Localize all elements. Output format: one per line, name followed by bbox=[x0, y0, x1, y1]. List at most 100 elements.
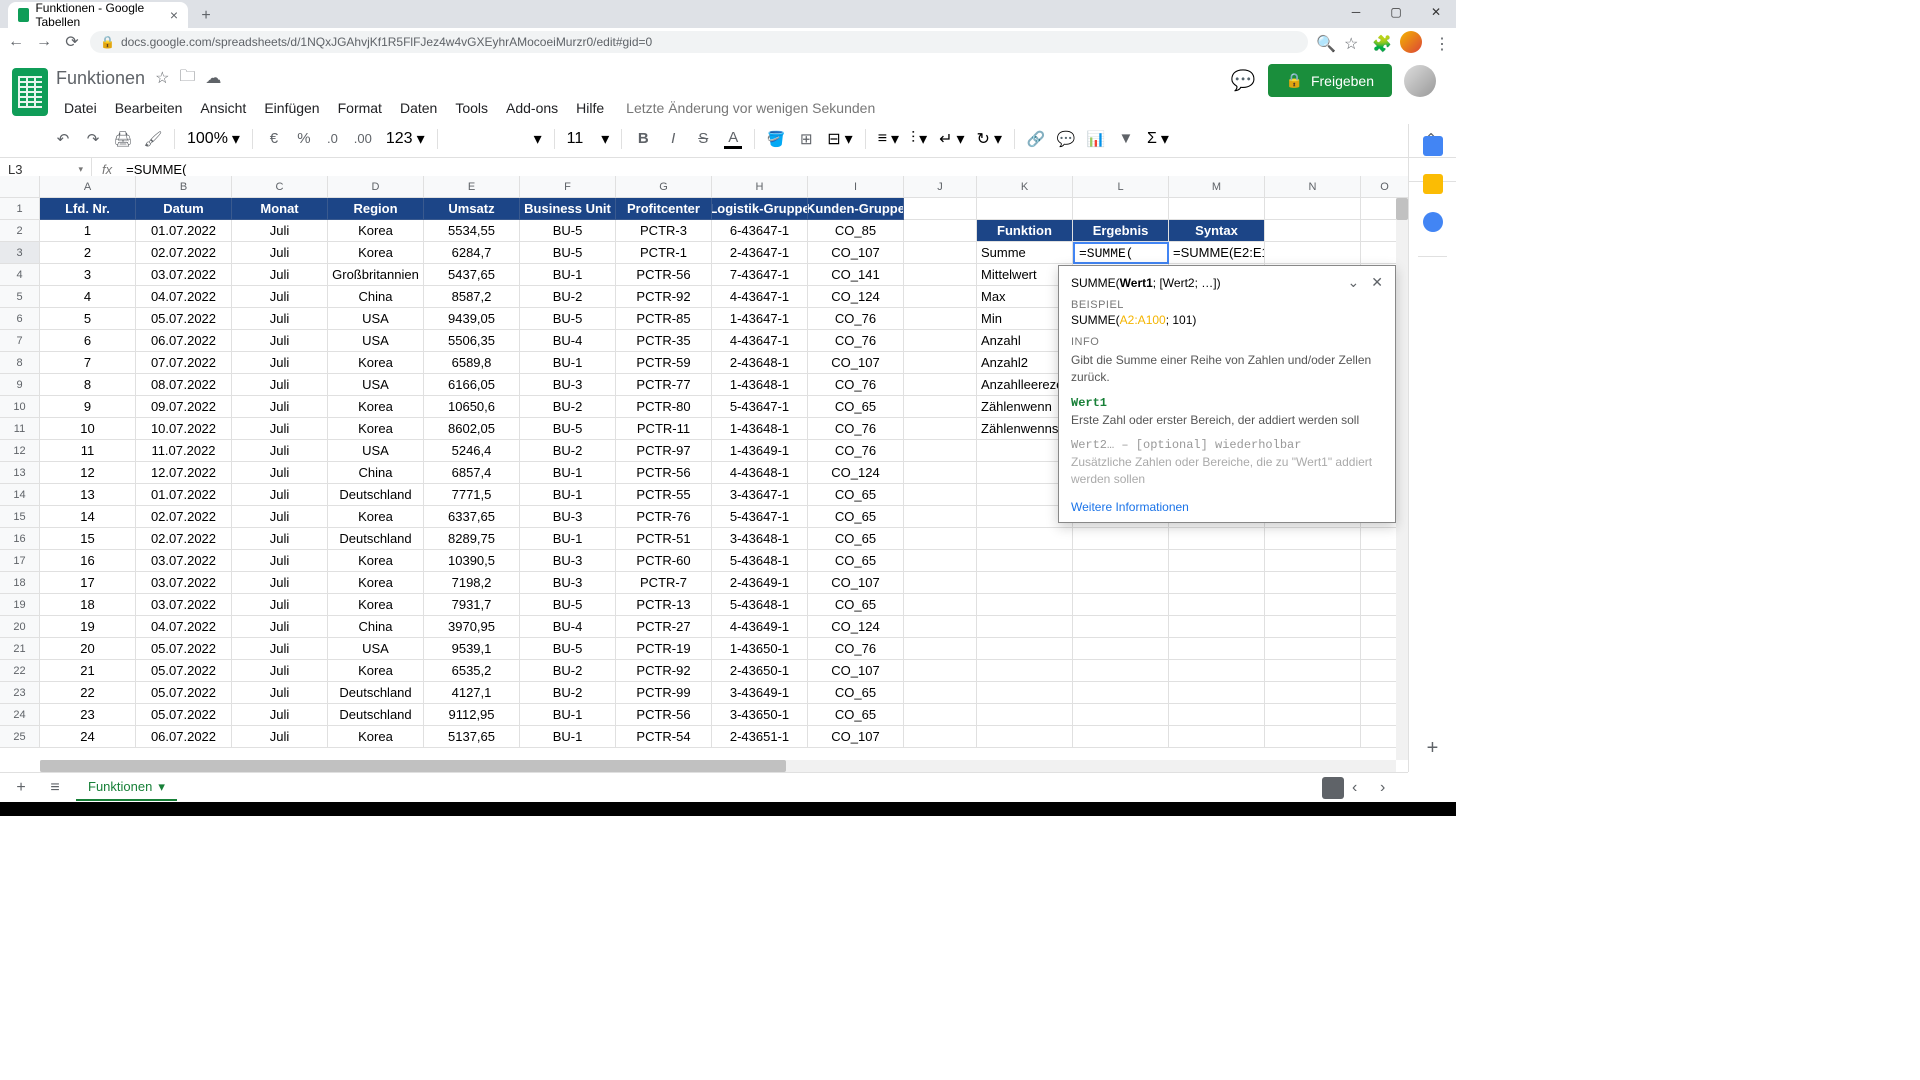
cell[interactable] bbox=[904, 418, 977, 440]
data-cell[interactable]: 02.07.2022 bbox=[136, 242, 232, 264]
percent-button[interactable]: % bbox=[291, 126, 317, 152]
data-cell[interactable]: 7-43647-1 bbox=[712, 264, 808, 286]
data-cell[interactable]: 06.07.2022 bbox=[136, 726, 232, 748]
data-cell[interactable]: Korea bbox=[328, 726, 424, 748]
data-cell[interactable]: PCTR-56 bbox=[616, 462, 712, 484]
menu-datei[interactable]: Datei bbox=[56, 96, 105, 120]
formula-input[interactable]: =SUMME( bbox=[122, 162, 1456, 177]
data-cell[interactable]: PCTR-35 bbox=[616, 330, 712, 352]
data-cell[interactable]: Juli bbox=[232, 264, 328, 286]
data-cell[interactable]: 8 bbox=[40, 374, 136, 396]
data-cell[interactable]: BU-3 bbox=[520, 374, 616, 396]
func-header-cell[interactable]: Funktion bbox=[977, 220, 1073, 242]
data-cell[interactable]: USA bbox=[328, 330, 424, 352]
cell[interactable] bbox=[977, 682, 1073, 704]
cell[interactable] bbox=[1073, 726, 1169, 748]
data-cell[interactable]: 23 bbox=[40, 704, 136, 726]
cell[interactable] bbox=[1169, 528, 1265, 550]
column-header[interactable]: N bbox=[1265, 176, 1361, 198]
data-cell[interactable]: Juli bbox=[232, 594, 328, 616]
data-cell[interactable]: USA bbox=[328, 440, 424, 462]
borders-button[interactable]: ⊞ bbox=[793, 126, 819, 152]
data-cell[interactable]: Juli bbox=[232, 616, 328, 638]
currency-button[interactable]: € bbox=[261, 126, 287, 152]
data-cell[interactable]: Juli bbox=[232, 550, 328, 572]
data-cell[interactable]: 05.07.2022 bbox=[136, 704, 232, 726]
data-cell[interactable]: USA bbox=[328, 638, 424, 660]
functions-button[interactable]: Σ▾ bbox=[1143, 129, 1173, 149]
data-cell[interactable]: 12 bbox=[40, 462, 136, 484]
column-header[interactable]: L bbox=[1073, 176, 1169, 198]
reload-button[interactable]: ⟳ bbox=[62, 32, 82, 52]
data-cell[interactable]: PCTR-55 bbox=[616, 484, 712, 506]
add-addon-icon[interactable]: + bbox=[1427, 737, 1439, 760]
column-header[interactable]: K bbox=[977, 176, 1073, 198]
cell[interactable] bbox=[1265, 242, 1361, 264]
data-cell[interactable]: CO_107 bbox=[808, 242, 904, 264]
maximize-button[interactable]: ▢ bbox=[1376, 0, 1416, 24]
row-header[interactable]: 4 bbox=[0, 264, 40, 286]
table-header-cell[interactable]: Profitcenter bbox=[616, 198, 712, 220]
cell[interactable] bbox=[1169, 198, 1265, 220]
row-header[interactable]: 19 bbox=[0, 594, 40, 616]
data-cell[interactable]: 7771,5 bbox=[424, 484, 520, 506]
data-cell[interactable]: 9112,95 bbox=[424, 704, 520, 726]
data-cell[interactable]: 2-43647-1 bbox=[712, 242, 808, 264]
minimize-button[interactable]: ─ bbox=[1336, 0, 1376, 24]
data-cell[interactable]: BU-2 bbox=[520, 682, 616, 704]
row-header[interactable]: 5 bbox=[0, 286, 40, 308]
scrollbar-thumb[interactable] bbox=[40, 760, 786, 772]
profile-avatar[interactable] bbox=[1400, 31, 1422, 53]
menu-tools[interactable]: Tools bbox=[447, 96, 496, 120]
data-cell[interactable]: 6589,8 bbox=[424, 352, 520, 374]
data-cell[interactable]: 15 bbox=[40, 528, 136, 550]
data-cell[interactable]: 4-43649-1 bbox=[712, 616, 808, 638]
data-cell[interactable]: Deutschland bbox=[328, 704, 424, 726]
row-header[interactable]: 6 bbox=[0, 308, 40, 330]
cell[interactable] bbox=[904, 594, 977, 616]
cell[interactable] bbox=[1169, 726, 1265, 748]
data-cell[interactable]: Korea bbox=[328, 506, 424, 528]
data-cell[interactable]: 5-43647-1 bbox=[712, 506, 808, 528]
data-cell[interactable]: BU-3 bbox=[520, 506, 616, 528]
data-cell[interactable]: China bbox=[328, 616, 424, 638]
row-header[interactable]: 21 bbox=[0, 638, 40, 660]
sheet-nav-right[interactable]: › bbox=[1380, 779, 1400, 797]
menu-addons[interactable]: Add-ons bbox=[498, 96, 566, 120]
explore-button[interactable] bbox=[1322, 777, 1344, 799]
cell[interactable] bbox=[1073, 550, 1169, 572]
paint-format-button[interactable]: 🖌 bbox=[140, 126, 166, 152]
cell[interactable] bbox=[1073, 660, 1169, 682]
data-cell[interactable]: 4-43647-1 bbox=[712, 286, 808, 308]
cell[interactable] bbox=[904, 374, 977, 396]
table-header-cell[interactable]: Lfd. Nr. bbox=[40, 198, 136, 220]
data-cell[interactable]: 6166,05 bbox=[424, 374, 520, 396]
data-cell[interactable]: CO_124 bbox=[808, 616, 904, 638]
data-cell[interactable]: 1-43650-1 bbox=[712, 638, 808, 660]
cell[interactable] bbox=[1073, 528, 1169, 550]
column-header[interactable]: I bbox=[808, 176, 904, 198]
cell[interactable] bbox=[1265, 572, 1361, 594]
data-cell[interactable]: CO_107 bbox=[808, 352, 904, 374]
cell[interactable] bbox=[1265, 594, 1361, 616]
data-cell[interactable]: 12.07.2022 bbox=[136, 462, 232, 484]
data-cell[interactable]: 4-43647-1 bbox=[712, 330, 808, 352]
row-header[interactable]: 17 bbox=[0, 550, 40, 572]
data-cell[interactable]: 8602,05 bbox=[424, 418, 520, 440]
doc-title[interactable]: Funktionen bbox=[56, 68, 145, 89]
data-cell[interactable]: 5-43648-1 bbox=[712, 594, 808, 616]
bold-button[interactable]: B bbox=[630, 126, 656, 152]
data-cell[interactable]: CO_76 bbox=[808, 308, 904, 330]
data-cell[interactable]: 10.07.2022 bbox=[136, 418, 232, 440]
data-cell[interactable]: Juli bbox=[232, 374, 328, 396]
data-cell[interactable]: 1-43648-1 bbox=[712, 418, 808, 440]
data-cell[interactable]: 04.07.2022 bbox=[136, 616, 232, 638]
data-cell[interactable]: PCTR-99 bbox=[616, 682, 712, 704]
data-cell[interactable]: 03.07.2022 bbox=[136, 572, 232, 594]
table-header-cell[interactable]: Business Unit bbox=[520, 198, 616, 220]
browser-tab[interactable]: Funktionen - Google Tabellen × bbox=[8, 2, 188, 28]
data-cell[interactable]: 05.07.2022 bbox=[136, 308, 232, 330]
cell[interactable] bbox=[904, 220, 977, 242]
data-cell[interactable]: CO_124 bbox=[808, 286, 904, 308]
data-cell[interactable]: 14 bbox=[40, 506, 136, 528]
